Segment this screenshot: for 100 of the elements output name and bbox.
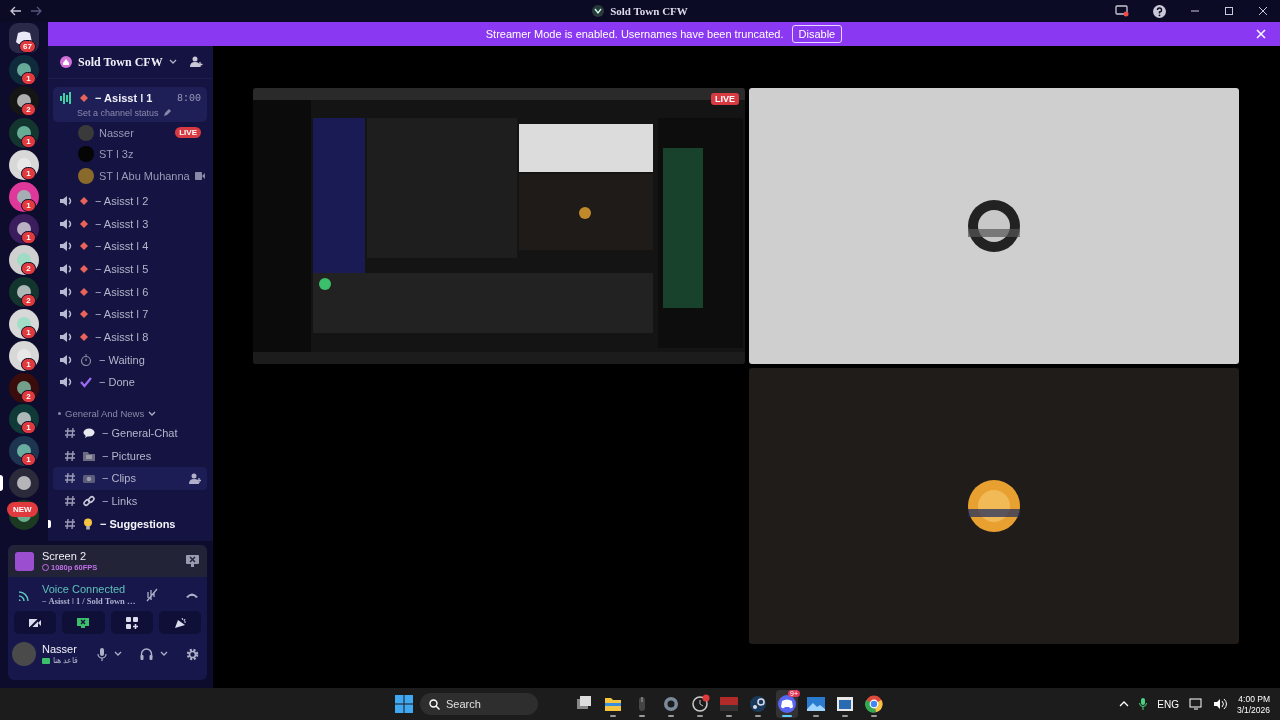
channel-name[interactable]: − Done bbox=[99, 376, 135, 389]
hash-icon bbox=[64, 449, 76, 462]
chevron-icon[interactable] bbox=[148, 410, 157, 417]
diamond-icon bbox=[80, 287, 88, 296]
diamond-icon bbox=[80, 310, 88, 319]
link-icon bbox=[83, 495, 95, 508]
speaker-icon bbox=[59, 284, 73, 299]
user-name[interactable]: Nasser bbox=[42, 643, 91, 655]
noise-suppression-icon[interactable] bbox=[145, 587, 160, 602]
mixer-icon bbox=[719, 694, 739, 714]
user-avatar bbox=[78, 146, 94, 163]
channel-name[interactable]: − Suggestions bbox=[100, 517, 176, 530]
channel-name[interactable]: − Asisst ǀ 4 bbox=[95, 240, 149, 253]
chevron-up-icon[interactable] bbox=[1119, 701, 1130, 707]
diamond-icon bbox=[80, 242, 88, 251]
voice-location[interactable]: − Asisst ǀ 1 / Sold Town … bbox=[42, 596, 136, 606]
forward-arrow-icon[interactable] bbox=[30, 6, 42, 16]
chevron-icon[interactable] bbox=[114, 651, 122, 657]
pencil-icon[interactable] bbox=[162, 109, 171, 117]
channel-name[interactable]: − Asisst ǀ 1 bbox=[95, 92, 153, 104]
member-name[interactable]: ST ǀ Abu Muhanna bbox=[99, 169, 190, 182]
member-name[interactable]: ST ǀ 3z bbox=[99, 148, 134, 161]
video-tile[interactable] bbox=[749, 368, 1239, 644]
channel-name[interactable]: − Pictures bbox=[102, 449, 152, 462]
help-icon[interactable] bbox=[1153, 4, 1166, 18]
channel-name[interactable]: − General-Chat bbox=[102, 427, 178, 440]
hash-icon bbox=[64, 427, 76, 440]
banner-message: Streamer Mode is enabled. Usernames have been truncated. bbox=[485, 28, 784, 40]
search-field[interactable]: Search bbox=[420, 693, 538, 715]
start-icon[interactable] bbox=[395, 695, 413, 713]
activity-icon bbox=[42, 657, 50, 664]
speaker-icon bbox=[59, 261, 73, 276]
close-icon[interactable] bbox=[1258, 6, 1268, 16]
add-member-icon[interactable] bbox=[190, 56, 203, 68]
microphone-icon[interactable] bbox=[97, 647, 107, 661]
user-avatar bbox=[78, 124, 94, 141]
language-indicator[interactable]: ENG bbox=[1157, 698, 1179, 710]
checkmark-icon bbox=[80, 376, 92, 389]
diamond-icon bbox=[80, 196, 88, 205]
channel-name[interactable]: − Waiting bbox=[99, 353, 145, 366]
stream-title: Screen 2 bbox=[42, 550, 88, 562]
server-icon[interactable] bbox=[9, 468, 39, 499]
channel-name[interactable]: − Asisst ǀ 7 bbox=[95, 308, 149, 321]
voice-channel[interactable]: − Asisst ǀ 1 8:00 Set a channel status bbox=[53, 87, 207, 122]
apps-icon bbox=[125, 616, 138, 629]
headphones-icon[interactable] bbox=[140, 648, 153, 660]
clock[interactable]: 4:00 PM 3/1/2026 bbox=[1236, 693, 1270, 715]
screen-share-button[interactable] bbox=[62, 611, 105, 634]
channel-timer: 8:00 bbox=[177, 92, 201, 104]
camera-icon bbox=[83, 473, 95, 484]
monitor-icon[interactable] bbox=[1115, 5, 1129, 17]
speaker-icon bbox=[59, 375, 73, 390]
home-button[interactable] bbox=[9, 22, 39, 53]
member-name[interactable]: Nasser bbox=[99, 126, 134, 139]
channel-name[interactable]: − Asisst ǀ 6 bbox=[95, 285, 149, 298]
gear-icon bbox=[661, 694, 681, 714]
add-member-icon[interactable] bbox=[189, 472, 201, 484]
chevron-icon[interactable] bbox=[160, 651, 168, 657]
channel-name[interactable]: − Asisst ǀ 3 bbox=[95, 217, 149, 230]
camera-off-icon bbox=[28, 616, 43, 629]
user-status[interactable]: قاعد هنا bbox=[53, 656, 79, 665]
soundboard-button[interactable] bbox=[158, 611, 201, 634]
activities-button[interactable] bbox=[110, 611, 153, 634]
time-text: 4:00 PM bbox=[1238, 693, 1270, 704]
channel-name[interactable]: − Clips bbox=[102, 472, 136, 485]
server-logo-icon bbox=[60, 56, 72, 68]
live-badge: LIVE bbox=[711, 93, 739, 105]
audio-bars-icon bbox=[59, 91, 73, 105]
channel-name[interactable]: − Links bbox=[102, 495, 138, 508]
back-arrow-icon[interactable] bbox=[10, 6, 22, 16]
voice-status[interactable]: Voice Connected bbox=[42, 583, 136, 595]
stop-stream-icon[interactable] bbox=[186, 555, 199, 567]
chevron-icon[interactable] bbox=[168, 59, 177, 65]
speaker-icon bbox=[59, 329, 73, 344]
channel-status[interactable]: Set a channel status bbox=[77, 108, 159, 118]
user-avatar bbox=[967, 199, 1021, 253]
speaker-icon bbox=[59, 216, 73, 231]
channel-name[interactable]: − Asisst ǀ 2 bbox=[95, 194, 149, 207]
speaker-icon bbox=[59, 239, 73, 254]
network-icon[interactable] bbox=[1188, 698, 1203, 710]
steam-icon bbox=[748, 694, 768, 714]
screen-share-icon bbox=[76, 616, 91, 629]
maximize-icon[interactable] bbox=[1224, 6, 1234, 16]
server-name[interactable]: Sold Town CFW bbox=[78, 54, 163, 70]
channel-row[interactable]: − Clips bbox=[53, 467, 207, 490]
disable-button[interactable]: Disable bbox=[791, 25, 843, 43]
channel-name[interactable]: − Asisst ǀ 8 bbox=[95, 330, 149, 343]
microphone-icon[interactable] bbox=[1139, 698, 1148, 710]
speaker-icon bbox=[59, 352, 73, 367]
window-title: Sold Town CFW bbox=[610, 5, 688, 17]
video-tile[interactable] bbox=[749, 88, 1239, 364]
diamond-icon bbox=[80, 94, 88, 102]
channel-name[interactable]: − Asisst ǀ 5 bbox=[95, 262, 149, 275]
category-name[interactable]: General And News bbox=[65, 408, 145, 420]
live-badge: LIVE bbox=[175, 127, 201, 139]
camera-off-button[interactable] bbox=[14, 611, 57, 634]
settings-icon[interactable] bbox=[186, 647, 199, 661]
soundboard-icon bbox=[172, 616, 187, 629]
volume-icon[interactable] bbox=[1212, 698, 1227, 710]
server-logo-icon bbox=[592, 5, 605, 17]
